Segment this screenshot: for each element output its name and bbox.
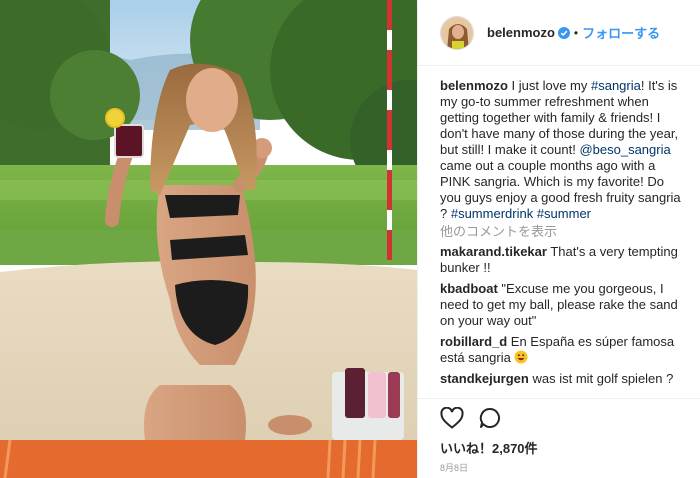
- post-photo[interactable]: [0, 0, 417, 478]
- hashtag-sangria[interactable]: #sangria: [591, 78, 641, 93]
- avatar[interactable]: [440, 15, 474, 50]
- heart-icon[interactable]: [440, 407, 464, 429]
- header-separator: •: [573, 25, 579, 40]
- comment-bubble-icon[interactable]: [479, 407, 501, 429]
- comment-item: robillard_d En España es súper famosa es…: [440, 334, 686, 366]
- view-more-comments-link[interactable]: 他のコメントを表示: [440, 224, 686, 240]
- hashtag-summer[interactable]: #summer: [537, 206, 591, 221]
- comment-username[interactable]: standkejurgen: [440, 371, 529, 386]
- comment-item: makarand.tikekar That's a very tempting …: [440, 244, 686, 276]
- caption-text-1: I just love my: [507, 78, 591, 93]
- post-actions: [440, 407, 501, 429]
- comments-list: belenmozo I just love my #sangria! It's …: [440, 78, 686, 392]
- post-author-username[interactable]: belenmozo: [487, 25, 555, 40]
- hashtag-summerdrink[interactable]: #summerdrink: [451, 206, 533, 221]
- post-side-panel: belenmozo • フォローする belenmozo I just love…: [417, 0, 700, 478]
- follow-button[interactable]: フォローする: [582, 23, 660, 42]
- comment-username[interactable]: makarand.tikekar: [440, 244, 547, 259]
- profile-avatar-icon: [441, 16, 473, 49]
- grinning-face-icon: [514, 350, 528, 364]
- comment-username[interactable]: kbadboat: [440, 281, 498, 296]
- mention-beso-sangria[interactable]: @beso_sangria: [579, 142, 670, 157]
- verified-badge-icon: [557, 26, 570, 39]
- comment-username[interactable]: robillard_d: [440, 334, 507, 349]
- comment-text: was ist mit golf spielen ?: [528, 371, 674, 386]
- post-caption: belenmozo I just love my #sangria! It's …: [440, 78, 686, 222]
- like-count[interactable]: いいね！2,870件: [440, 438, 538, 457]
- post-header: belenmozo • フォローする: [418, 0, 700, 66]
- caption-username[interactable]: belenmozo: [440, 78, 508, 93]
- golf-bunker-photo: [0, 0, 417, 478]
- comment-item: standkejurgen was ist mit golf spielen ?: [440, 371, 686, 387]
- action-divider: [418, 398, 700, 399]
- post-date[interactable]: 8月8日: [440, 461, 468, 474]
- comment-item: kbadboat "Excuse me you gorgeous, I need…: [440, 281, 686, 329]
